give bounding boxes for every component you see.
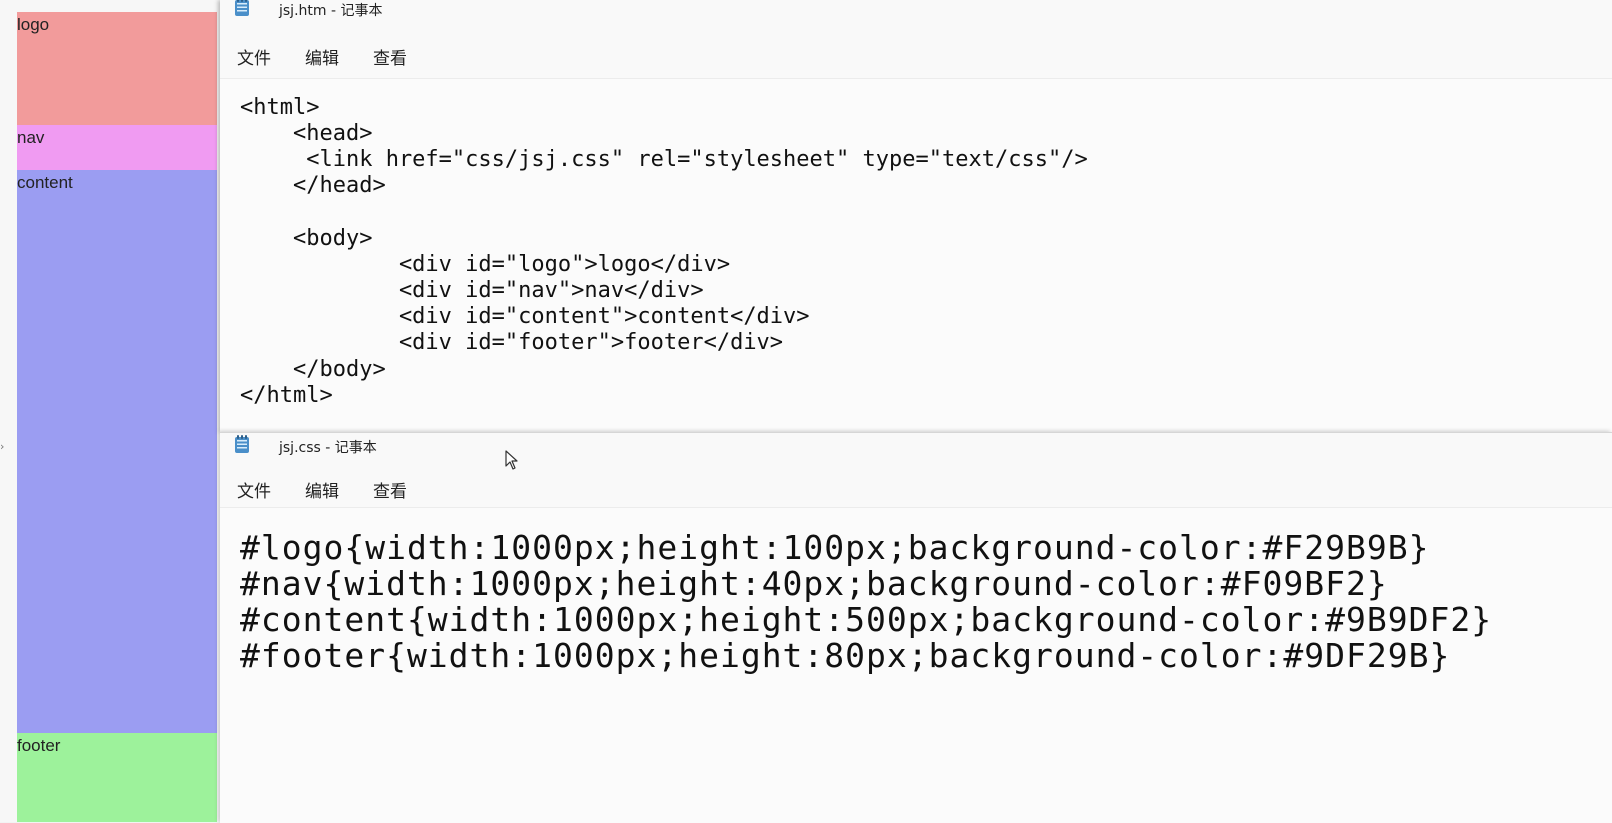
menu-view[interactable]: 查看 bbox=[373, 44, 407, 69]
logo-block: logo bbox=[17, 12, 217, 125]
menu-view[interactable]: 查看 bbox=[373, 477, 407, 502]
code-line: <body> bbox=[240, 226, 373, 251]
code-line: </body> bbox=[240, 357, 386, 382]
notepad-window-htm[interactable]: jsj.htm - 记事本 文件 编辑 查看 <html> <head> <li… bbox=[220, 0, 1612, 432]
menu-edit[interactable]: 编辑 bbox=[305, 477, 339, 502]
window-title: jsj.htm - 记事本 bbox=[279, 3, 383, 19]
browser-preview: logo nav content footer › bbox=[0, 0, 220, 822]
notepad-window-css[interactable]: jsj.css - 记事本 文件 编辑 查看 #logo{width:1000p… bbox=[220, 432, 1612, 823]
code-line: <div id="footer">footer</div> bbox=[240, 330, 784, 355]
notepad-icon bbox=[235, 0, 249, 16]
menu-file[interactable]: 文件 bbox=[237, 44, 271, 69]
menu-file[interactable]: 文件 bbox=[237, 477, 271, 502]
title-bar[interactable]: jsj.htm - 记事本 bbox=[220, 0, 1612, 28]
text-editor[interactable]: <html> <head> <link href="css/jsj.css" r… bbox=[220, 78, 1612, 432]
code-line: #content{width:1000px;height:500px;backg… bbox=[240, 600, 1493, 639]
title-bar[interactable]: jsj.css - 记事本 bbox=[220, 433, 1612, 461]
code-line: #logo{width:1000px;height:100px;backgrou… bbox=[240, 528, 1430, 567]
code-line: #nav{width:1000px;height:40px;background… bbox=[240, 564, 1388, 603]
code-line: </html> bbox=[240, 383, 333, 408]
code-line: <html> bbox=[240, 95, 320, 120]
code-line: <head> bbox=[240, 121, 373, 146]
mouse-cursor-icon bbox=[505, 450, 518, 470]
nav-block: nav bbox=[17, 125, 217, 170]
text-editor[interactable]: #logo{width:1000px;height:100px;backgrou… bbox=[220, 507, 1612, 823]
window-title: jsj.css - 记事本 bbox=[279, 440, 377, 456]
content-block: content bbox=[17, 170, 217, 733]
code-line: <div id="logo">logo</div> bbox=[240, 252, 731, 277]
menu-bar: 文件 编辑 查看 bbox=[220, 38, 1612, 74]
code-line: #footer{width:1000px;height:80px;backgro… bbox=[240, 636, 1451, 675]
menu-bar: 文件 编辑 查看 bbox=[220, 471, 1612, 507]
chevron-right-icon[interactable]: › bbox=[0, 440, 4, 453]
code-line: </head> bbox=[240, 173, 386, 198]
notepad-icon bbox=[235, 435, 249, 453]
footer-block: footer bbox=[17, 733, 217, 822]
code-line: <div id="content">content</div> bbox=[240, 304, 810, 329]
menu-edit[interactable]: 编辑 bbox=[305, 44, 339, 69]
code-line: <div id="nav">nav</div> bbox=[240, 278, 704, 303]
code-line: <link href="css/jsj.css" rel="stylesheet… bbox=[240, 147, 1088, 172]
